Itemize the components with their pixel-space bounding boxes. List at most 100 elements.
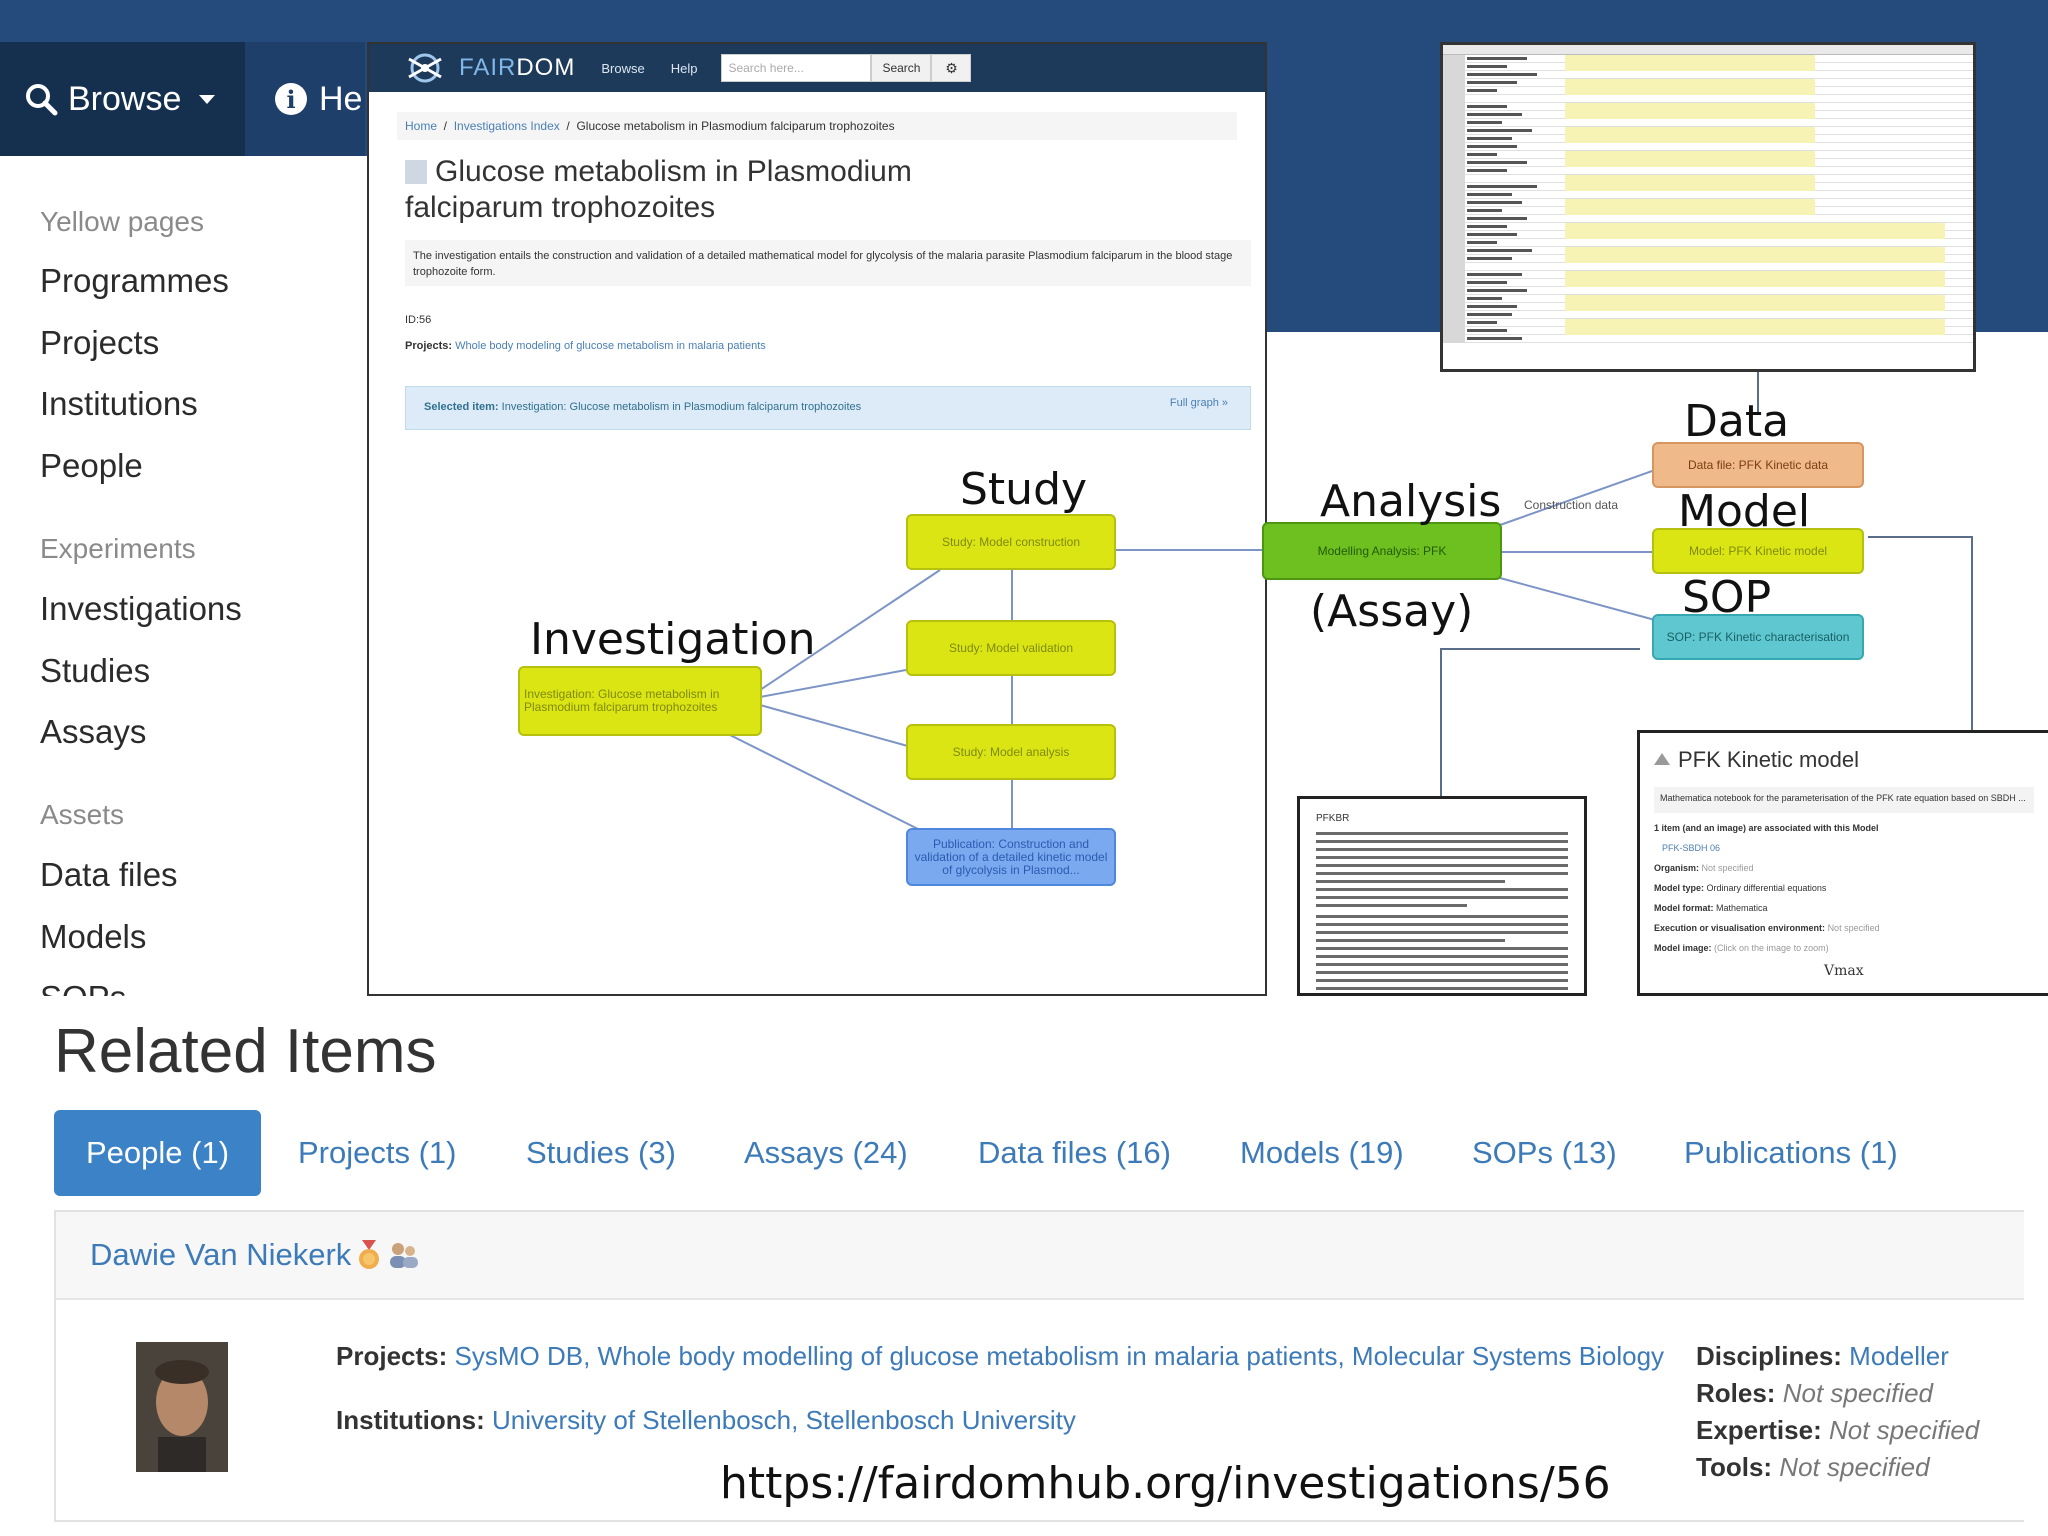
people-icon xyxy=(387,1240,421,1270)
spreadsheet-row xyxy=(1443,199,1973,207)
spreadsheet-row xyxy=(1443,327,1973,335)
model-card-formula: Vmax xyxy=(1824,963,1864,979)
project-link-sysmo[interactable]: SysMO DB xyxy=(455,1341,584,1371)
spreadsheet-row xyxy=(1443,63,1973,71)
spreadsheet-row xyxy=(1443,295,1973,303)
spreadsheet-row xyxy=(1443,167,1973,175)
paper-heading: PFKBR xyxy=(1316,813,1350,824)
spreadsheet-row xyxy=(1443,143,1973,151)
paper-text-line xyxy=(1316,848,1568,851)
spreadsheet-row xyxy=(1443,223,1973,231)
medal-icon xyxy=(357,1240,381,1270)
paper-text-line xyxy=(1316,931,1568,934)
institution-link-su[interactable]: Stellenbosch University xyxy=(806,1405,1076,1435)
tab-sops[interactable]: SOPs (13) xyxy=(1440,1110,1649,1196)
graph-node-study-validation[interactable]: Study: Model validation xyxy=(906,620,1116,676)
tab-models[interactable]: Models (19) xyxy=(1208,1110,1436,1196)
spreadsheet-row xyxy=(1443,159,1973,167)
tab-publications[interactable]: Publications (1) xyxy=(1652,1110,1930,1196)
related-items-section: Related Items People (1) Projects (1) St… xyxy=(0,996,2048,1536)
graph-node-publication[interactable]: Publication: Construction and validation… xyxy=(906,828,1116,886)
spreadsheet-row xyxy=(1443,311,1973,319)
model-card-organism: Organism: Not specified xyxy=(1654,863,1754,873)
annotation-study: Study xyxy=(960,464,1088,515)
person-tools: Tools: Not specified xyxy=(1696,1452,1930,1482)
spreadsheet-thumbnail xyxy=(1440,42,1976,372)
person-expertise: Expertise: Not specified xyxy=(1696,1415,1980,1445)
person-disciplines: Disciplines: Modeller xyxy=(1696,1341,1949,1371)
model-icon xyxy=(1654,753,1670,765)
person-roles: Roles: Not specified xyxy=(1696,1378,1934,1408)
paper-text-line xyxy=(1316,939,1505,942)
annotation-analysis: Analysis xyxy=(1320,476,1502,527)
slide-canvas: Browse i He Yellow pages Programmes Proj… xyxy=(0,0,2048,1536)
spreadsheet-row xyxy=(1443,255,1973,263)
model-card-subtitle: Mathematica notebook for the parameteris… xyxy=(1654,787,2034,813)
model-card-execution: Execution or visualisation environment: … xyxy=(1654,923,1880,933)
spreadsheet-row xyxy=(1443,303,1973,311)
model-card-type: Model type: Ordinary differential equati… xyxy=(1654,883,1827,893)
paper-text-line xyxy=(1316,971,1568,974)
spreadsheet-row xyxy=(1443,127,1973,135)
spreadsheet-row xyxy=(1443,231,1973,239)
paper-text-lines xyxy=(1316,832,1568,993)
tab-assays[interactable]: Assays (24) xyxy=(712,1110,940,1196)
annotation-investigation: Investigation xyxy=(530,614,816,665)
source-url: https://fairdomhub.org/investigations/56 xyxy=(720,1458,1611,1509)
paper-text-line xyxy=(1316,915,1568,918)
model-card-title: PFK Kinetic model xyxy=(1654,747,2034,773)
spreadsheet-row xyxy=(1443,191,1973,199)
paper-text-line xyxy=(1316,987,1568,990)
paper-text-line xyxy=(1316,832,1568,835)
spreadsheet-row xyxy=(1443,175,1973,183)
annotation-data: Data xyxy=(1684,396,1790,447)
spreadsheet-header xyxy=(1443,45,1973,55)
paper-thumbnail: PFKBR xyxy=(1297,796,1587,996)
project-link-msb[interactable]: Molecular Systems Biology xyxy=(1352,1341,1664,1371)
spreadsheet-row xyxy=(1443,111,1973,119)
tab-projects[interactable]: Projects (1) xyxy=(266,1110,488,1196)
spreadsheet-row xyxy=(1443,95,1973,103)
paper-text-line xyxy=(1316,856,1568,859)
tab-people[interactable]: People (1) xyxy=(54,1110,262,1196)
spreadsheet-row xyxy=(1443,239,1973,247)
person-header: Dawie Van Niekerk xyxy=(56,1212,2024,1300)
paper-text-line xyxy=(1316,979,1568,982)
tab-studies[interactable]: Studies (3) xyxy=(494,1110,708,1196)
related-items-title: Related Items xyxy=(54,1017,437,1086)
paper-text-line xyxy=(1316,872,1568,875)
edge-label: Construction data xyxy=(1524,498,1619,512)
institution-link-uos[interactable]: University of Stellenbosch xyxy=(492,1405,791,1435)
spreadsheet-row xyxy=(1443,183,1973,191)
spreadsheet-row xyxy=(1443,71,1973,79)
model-card-assoc: 1 item (and an image) are associated wit… xyxy=(1654,823,1879,833)
model-card-format: Model format: Mathematica xyxy=(1654,903,1768,913)
person-projects: Projects: SysMO DB, Whole body modelling… xyxy=(336,1341,1665,1371)
paper-text-line xyxy=(1316,880,1505,883)
spreadsheet-row xyxy=(1443,151,1973,159)
annotation-assay: (Assay) xyxy=(1310,586,1474,637)
graph-node-data-file[interactable]: Data file: PFK Kinetic data xyxy=(1652,442,1864,488)
person-institutions: Institutions: University of Stellenbosch… xyxy=(336,1405,1076,1435)
tab-data-files[interactable]: Data files (16) xyxy=(946,1110,1203,1196)
paper-text-line xyxy=(1316,947,1568,950)
spreadsheet-row xyxy=(1443,279,1973,287)
graph-node-investigation[interactable]: Investigation: Glucose metabolism in Pla… xyxy=(518,666,762,736)
graph-node-study-construction[interactable]: Study: Model construction xyxy=(906,514,1116,570)
model-card-thumbnail: PFK Kinetic model Mathematica notebook f… xyxy=(1637,730,2048,996)
spreadsheet-row xyxy=(1443,79,1973,87)
graph-node-study-analysis[interactable]: Study: Model analysis xyxy=(906,724,1116,780)
project-link-whole-body[interactable]: Whole body modelling of glucose metaboli… xyxy=(598,1341,1338,1371)
person-name-link[interactable]: Dawie Van Niekerk xyxy=(90,1237,351,1273)
spreadsheet-row xyxy=(1443,335,1973,343)
spreadsheet-row xyxy=(1443,87,1973,95)
model-card-image: Model image: (Click on the image to zoom… xyxy=(1654,943,1829,953)
graph-node-assay[interactable]: Modelling Analysis: PFK xyxy=(1262,522,1502,580)
paper-text-line xyxy=(1316,904,1468,907)
paper-text-line xyxy=(1316,955,1568,958)
spreadsheet-row xyxy=(1443,319,1973,327)
paper-text-line xyxy=(1316,923,1568,926)
spreadsheet-row xyxy=(1443,103,1973,111)
model-card-file[interactable]: PFK-SBDH 06 xyxy=(1654,843,2034,863)
avatar xyxy=(136,1342,228,1472)
